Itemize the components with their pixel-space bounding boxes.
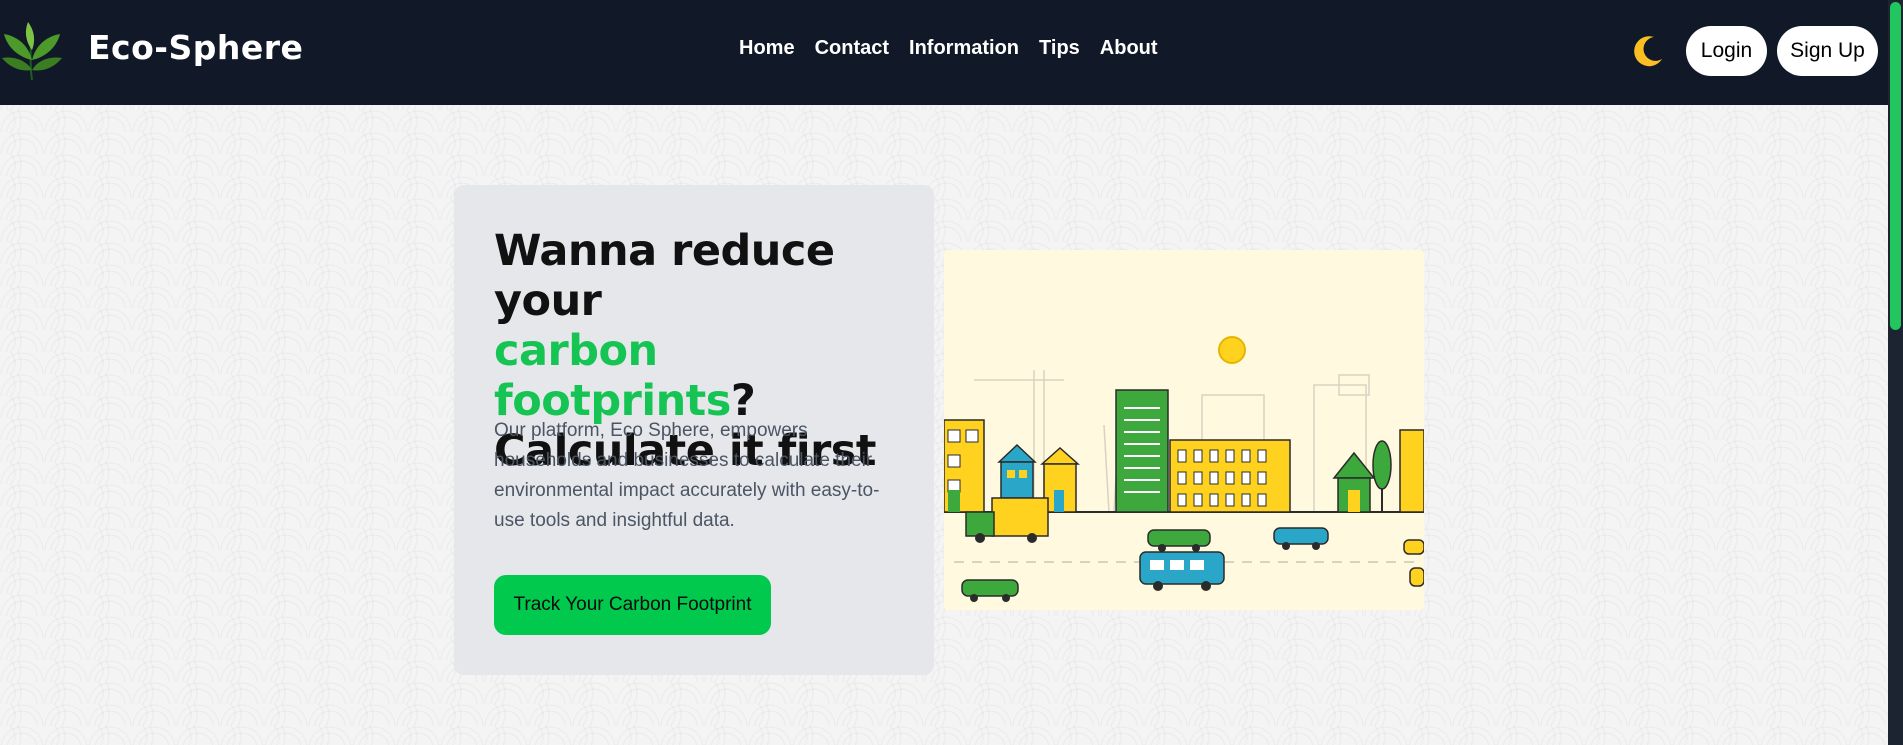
headline-line-1: Wanna reduce your [494,226,835,326]
scrollbar-thumb[interactable] [1890,2,1901,330]
track-carbon-footprint-button[interactable]: Track Your Carbon Footprint [494,575,771,635]
navbar: Eco-Sphere Home Contact Information Tips… [0,0,1888,105]
nav-contact-link[interactable]: Contact [815,37,889,60]
leaf-logo-icon[interactable] [0,20,64,82]
city-illustration [944,250,1424,610]
hero-description: Our platform, Eco Sphere, empowers house… [494,420,880,531]
nav-about-link[interactable]: About [1100,37,1158,60]
brand-name[interactable]: Eco-Sphere [88,28,303,67]
main-nav: Home Contact Information Tips About [739,37,1158,60]
headline-accent: carbon footprints [494,326,731,426]
login-button[interactable]: Login [1686,26,1767,76]
signup-button[interactable]: Sign Up [1777,26,1878,76]
moon-icon[interactable] [1630,33,1666,69]
nav-home-link[interactable]: Home [739,37,795,60]
nav-tips-link[interactable]: Tips [1039,37,1080,60]
nav-information-link[interactable]: Information [909,37,1019,60]
